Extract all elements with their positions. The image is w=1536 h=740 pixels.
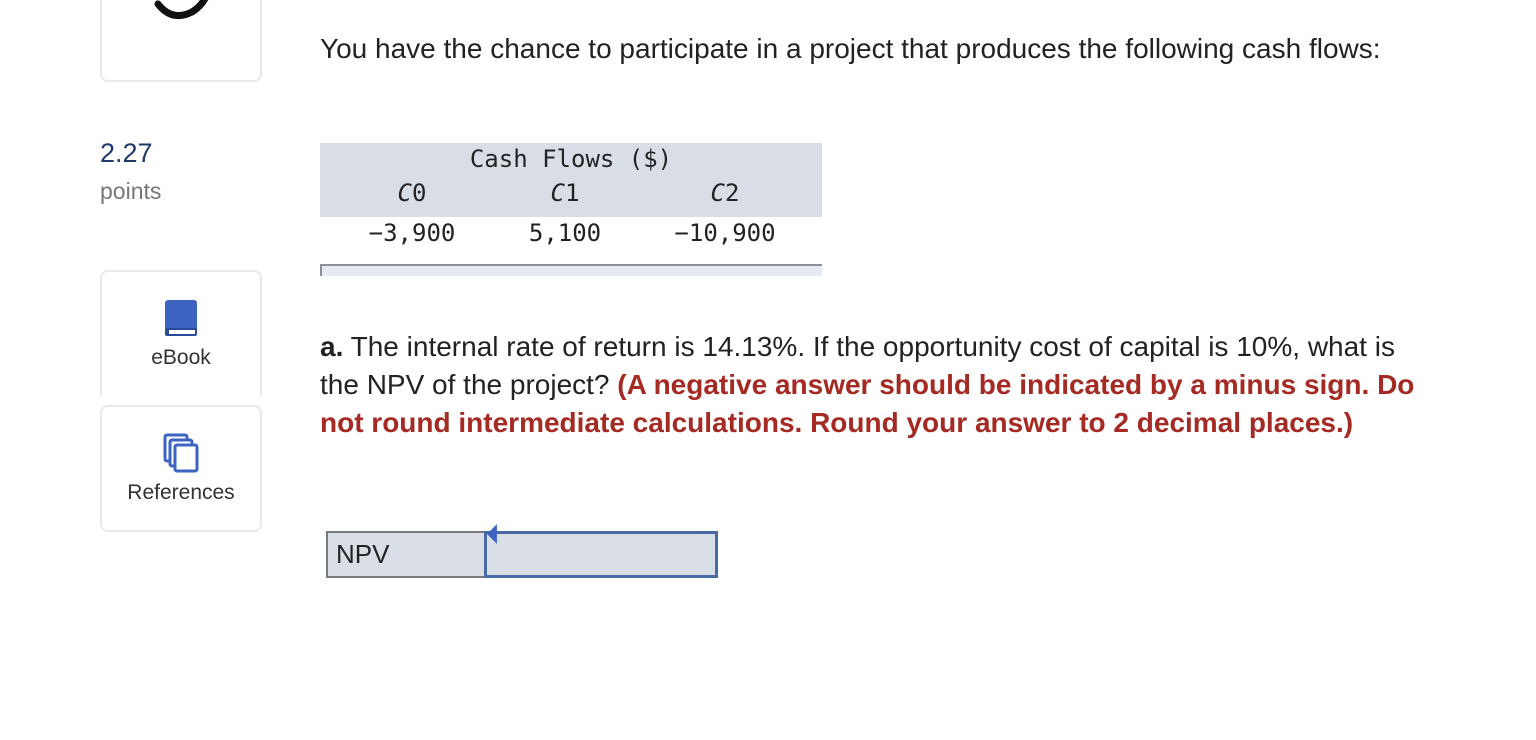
references-button[interactable]: References <box>100 405 262 532</box>
cash-flow-c2: −10,900 <box>674 219 776 247</box>
check-icon <box>154 0 209 20</box>
cash-flow-c0: −3,900 <box>368 219 456 247</box>
npv-label: NPV <box>326 531 484 578</box>
check-card[interactable] <box>100 0 262 82</box>
npv-input[interactable] <box>487 534 715 575</box>
column-header-c2: C2 <box>710 179 740 207</box>
question-intro: You have the chance to participate in a … <box>320 33 1381 64</box>
answer-row: NPV <box>326 524 718 578</box>
references-label: References <box>127 481 235 504</box>
table-scrollbar[interactable] <box>320 264 822 276</box>
npv-input-wrapper[interactable] <box>484 524 718 578</box>
cash-flows-table: Cash Flows ($) C0 C1 C2 −3,900 5,100 −10… <box>320 143 822 276</box>
points-label: points <box>100 178 162 204</box>
cash-flow-c1: 5,100 <box>528 219 602 247</box>
ebook-label: eBook <box>151 346 211 369</box>
column-header-c1: C1 <box>550 179 580 207</box>
table-header: Cash Flows ($) C0 C1 C2 <box>320 143 822 217</box>
table-title: Cash Flows ($) <box>469 145 673 173</box>
copy-icon <box>163 433 199 473</box>
ebook-button[interactable]: eBook <box>100 270 262 397</box>
column-header-c0: C0 <box>397 179 427 207</box>
question-part-a: a. The internal rate of return is 14.13%… <box>320 328 1430 442</box>
question-page: 2.27 points eBook References You have th… <box>0 0 1536 740</box>
part-letter: a. <box>320 331 344 362</box>
table-row: −3,900 5,100 −10,900 <box>320 217 822 265</box>
points-value: 2.27 <box>100 138 153 168</box>
book-icon <box>165 300 197 336</box>
